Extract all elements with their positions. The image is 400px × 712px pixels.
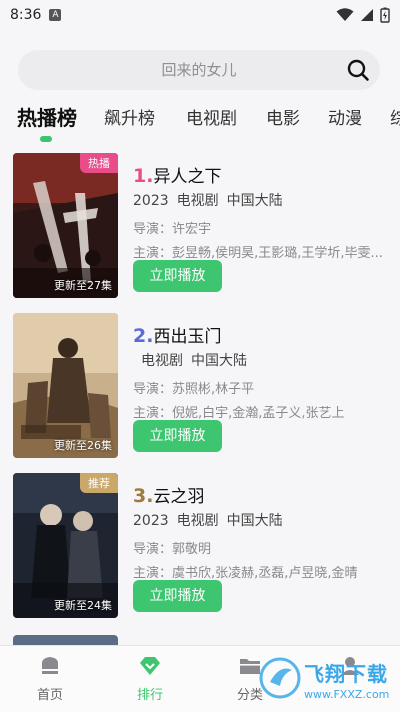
tab-variety[interactable]: 综 bbox=[390, 104, 400, 129]
tab-anime[interactable]: 动漫 bbox=[328, 104, 362, 129]
battery-icon bbox=[380, 7, 390, 23]
item-title: 西出玉门 bbox=[153, 327, 222, 347]
tab-active-indicator bbox=[40, 136, 52, 142]
category-tabs: 热播榜 飙升榜 电视剧 电影 动漫 综 bbox=[0, 98, 400, 144]
tab-movies[interactable]: 电影 bbox=[266, 104, 300, 129]
item-type: 电视剧 bbox=[141, 353, 183, 369]
sim-icon: A bbox=[49, 9, 62, 21]
poster-badge: 热播 bbox=[80, 153, 118, 173]
episode-count: 更新至26集 bbox=[54, 439, 112, 452]
item-cast: 主演：倪妮,白宇,金瀚,孟子义,张艺上 bbox=[133, 406, 345, 421]
next-poster-peek[interactable] bbox=[13, 635, 118, 645]
search-icon[interactable] bbox=[346, 58, 370, 82]
item-type: 电视剧 bbox=[176, 513, 219, 529]
item-meta: 2023 电视剧 中国大陆 bbox=[133, 190, 291, 210]
rank-number: 1. bbox=[133, 165, 154, 187]
poster-badge: 推荐 bbox=[80, 473, 118, 493]
list-item[interactable]: 热播 更新至27集 1.异人之下 2023 电视剧 中国大陆 导演：许宏宇 主演：彭… bbox=[0, 150, 400, 300]
search-input[interactable]: 回来的女儿 bbox=[18, 50, 380, 90]
status-bar: 8:36 A bbox=[0, 0, 400, 30]
nav-home[interactable]: 首页 bbox=[15, 654, 85, 703]
item-director: 导演：郭敬明 bbox=[133, 542, 212, 557]
tab-tv-series[interactable]: 电视剧 bbox=[186, 104, 237, 129]
status-left: 8:36 A bbox=[10, 7, 62, 23]
watermark: 飞翔下载 www.FXXZ.com bbox=[258, 652, 398, 708]
home-icon bbox=[42, 657, 58, 674]
item-title-row[interactable]: 1.异人之下 bbox=[133, 162, 221, 187]
item-title: 异人之下 bbox=[153, 167, 222, 187]
item-region: 中国大陆 bbox=[226, 513, 283, 529]
diamond-rank-icon bbox=[140, 657, 160, 675]
item-cast: 主演：彭昱畅,侯明昊,王影璐,王学圻,毕雯... bbox=[133, 246, 383, 261]
signal-icon bbox=[361, 9, 373, 21]
nav-rank-label: 排行 bbox=[136, 688, 163, 703]
item-year: 2023 bbox=[133, 193, 169, 209]
poster-image[interactable]: 热播 更新至27集 bbox=[13, 153, 118, 298]
item-title-row[interactable]: 2.西出玉门 bbox=[133, 322, 221, 347]
tab-hot[interactable]: 热播榜 bbox=[17, 102, 77, 131]
play-now-button[interactable]: 立即播放 bbox=[133, 260, 222, 292]
item-cast: 主演：虞书欣,张凌赫,丞磊,卢昱晓,金晴 bbox=[133, 566, 358, 581]
episode-count: 更新至24集 bbox=[54, 599, 112, 612]
rank-number: 3. bbox=[133, 485, 154, 507]
search-placeholder: 回来的女儿 bbox=[161, 61, 237, 79]
wifi-icon bbox=[336, 8, 354, 21]
item-year: 2023 bbox=[133, 513, 169, 529]
watermark-logo-icon bbox=[259, 657, 301, 699]
poster-image[interactable]: 推荐 更新至24集 bbox=[13, 473, 118, 618]
status-right bbox=[336, 7, 390, 23]
watermark-text: 飞翔下载 bbox=[304, 662, 388, 686]
play-now-button[interactable]: 立即播放 bbox=[133, 420, 222, 452]
item-meta: 2023 电视剧 中国大陆 bbox=[133, 510, 291, 530]
nav-rank[interactable]: 排行 bbox=[115, 654, 185, 703]
tab-rising[interactable]: 飙升榜 bbox=[104, 104, 155, 129]
nav-home-label: 首页 bbox=[36, 688, 63, 703]
item-type: 电视剧 bbox=[176, 193, 219, 209]
item-director: 导演：苏照彬,林子平 bbox=[133, 382, 255, 397]
play-now-button[interactable]: 立即播放 bbox=[133, 580, 222, 612]
poster-image[interactable]: 更新至26集 bbox=[13, 313, 118, 458]
list-item[interactable]: 推荐 更新至24集 3.云之羽 2023 电视剧 中国大陆 导演：郭敬明 主演：虞书… bbox=[0, 470, 400, 620]
watermark-url: www.FXXZ.com bbox=[304, 688, 390, 701]
item-director: 导演：许宏宇 bbox=[133, 222, 212, 237]
list-item[interactable]: 更新至26集 2.西出玉门 电视剧 中国大陆 导演：苏照彬,林子平 主演：倪妮,白… bbox=[0, 310, 400, 460]
item-title-row[interactable]: 3.云之羽 bbox=[133, 482, 204, 507]
item-title: 云之羽 bbox=[153, 487, 205, 507]
status-time: 8:36 bbox=[10, 7, 42, 23]
item-region: 中国大陆 bbox=[226, 193, 283, 209]
item-meta: 电视剧 中国大陆 bbox=[141, 350, 255, 370]
item-region: 中国大陆 bbox=[191, 353, 247, 369]
episode-count: 更新至27集 bbox=[54, 279, 112, 292]
rank-number: 2. bbox=[133, 325, 154, 347]
